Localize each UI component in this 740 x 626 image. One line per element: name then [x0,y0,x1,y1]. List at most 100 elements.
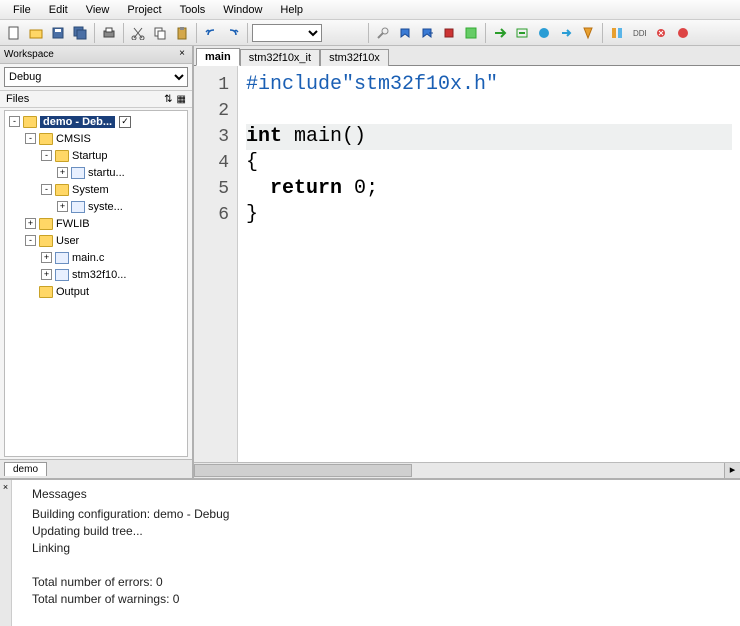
undo-button[interactable] [201,23,221,43]
stop-debug-button[interactable] [578,23,598,43]
expand-icon[interactable]: + [41,269,52,280]
open-button[interactable] [26,23,46,43]
workspace-close-button[interactable]: × [176,49,188,61]
break-button[interactable] [673,23,693,43]
bookmark-toggle-icon[interactable] [439,23,459,43]
toggle-bp-button[interactable] [534,23,554,43]
workspace-titlebar: Workspace × [0,46,192,64]
c-file-icon [71,167,85,179]
tree-item[interactable]: - System [5,181,187,198]
code-line[interactable] [246,98,732,124]
tree-item-check: ✓ [119,116,131,128]
expand-icon[interactable]: + [57,201,68,212]
expand-icon[interactable]: + [25,218,36,229]
folder-icon [23,116,37,128]
paste-button[interactable] [172,23,192,43]
collapse-icon[interactable]: - [25,235,36,246]
menu-help[interactable]: Help [271,2,312,18]
code-line[interactable]: { [246,150,732,176]
save-all-button[interactable] [70,23,90,43]
files-header: Files ⇅ ▦ [0,90,192,108]
tree-item-label: User [56,235,79,247]
c-file-icon [55,269,69,281]
expand-icon[interactable]: + [41,252,52,263]
workspace-tab-demo[interactable]: demo [4,462,47,476]
cut-button[interactable] [128,23,148,43]
line-number: 4 [194,150,229,176]
tree-item[interactable]: -Startup [5,147,187,164]
editor-tab-stm32f10x_it[interactable]: stm32f10x_it [240,49,320,66]
tree-item-label: demo - Deb... [40,116,115,128]
tree-item[interactable]: Output [5,283,187,300]
redo-button[interactable] [223,23,243,43]
editor-hscrollbar[interactable]: ▸ [194,462,740,478]
message-line: Building configuration: demo - Debug [32,506,720,523]
collapse-icon[interactable]: - [25,133,36,144]
tree-item-label: stm32f10... [72,269,126,281]
tree-item-label: System [72,184,109,196]
editor-tab-main[interactable]: main [196,48,240,66]
tree-item-label: Output [56,286,89,298]
messages-close-button[interactable]: × [0,480,12,626]
collapse-icon[interactable]: - [41,150,52,161]
compile-button[interactable] [490,23,510,43]
new-file-button[interactable] [4,23,24,43]
code-line[interactable]: #include"stm32f10x.h" [246,72,732,98]
menu-file[interactable]: File [4,2,40,18]
message-line: Total number of errors: 0 [32,574,720,591]
line-number: 2 [194,98,229,124]
tree-item[interactable]: + stm32f10... [5,266,187,283]
menu-tools[interactable]: Tools [171,2,215,18]
expand-icon[interactable]: + [57,167,68,178]
make-button[interactable] [512,23,532,43]
svg-text:DDD: DDD [633,29,646,38]
config-select[interactable]: Debug [4,67,188,87]
message-line: Total number of warnings: 0 [32,591,720,608]
project-tree[interactable]: -demo - Deb...✓-CMSIS-Startup+startu...-… [4,110,188,457]
code-view[interactable]: #include"stm32f10x.h" int main(){ return… [238,66,740,462]
tree-item[interactable]: - CMSIS [5,130,187,147]
files-view-icon[interactable]: ▦ [177,94,186,105]
code-line[interactable]: } [246,202,732,228]
menu-project[interactable]: Project [118,2,170,18]
c-file-icon [55,252,69,264]
messages-body: Messages Building configuration: demo - … [12,480,740,626]
tool-icon[interactable] [373,23,393,43]
bookmark-prev-icon[interactable] [395,23,415,43]
tree-spacer [25,286,36,297]
save-button[interactable] [48,23,68,43]
menu-edit[interactable]: Edit [40,2,77,18]
collapse-icon[interactable]: - [9,116,20,127]
go-button[interactable] [556,23,576,43]
print-button[interactable] [99,23,119,43]
scrollbar-right-arrow[interactable]: ▸ [724,463,740,478]
files-sort-icon[interactable]: ⇅ [164,94,172,105]
messages-panel: × Messages Building configuration: demo … [0,478,740,626]
code-line[interactable]: int main() [246,124,732,150]
toolbar-select[interactable] [252,24,322,42]
collapse-icon[interactable]: - [41,184,52,195]
tree-item[interactable]: - User [5,232,187,249]
line-number: 5 [194,176,229,202]
copy-button[interactable] [150,23,170,43]
tree-item[interactable]: + FWLIB [5,215,187,232]
tree-item[interactable]: - demo - Deb... ✓ [5,113,187,130]
menu-view[interactable]: View [77,2,119,18]
folder-icon [55,150,69,162]
c-file-icon [71,201,85,213]
menu-window[interactable]: Window [214,2,271,18]
tree-item[interactable]: +syste... [5,198,187,215]
debug-button[interactable]: DDD [629,23,649,43]
tree-item[interactable]: +startu... [5,164,187,181]
editor-tab-stm32f10x[interactable]: stm32f10x [320,49,389,66]
tree-item[interactable]: +main.c [5,249,187,266]
reset-button[interactable] [651,23,671,43]
tree-item-label: CMSIS [56,133,91,145]
nav-icon[interactable] [461,23,481,43]
bookmark-next-icon[interactable] [417,23,437,43]
code-line[interactable]: return 0; [246,176,732,202]
tree-item-label: FWLIB [56,218,90,230]
scrollbar-thumb[interactable] [194,464,412,477]
line-gutter: 123456 [194,66,238,462]
download-button[interactable] [607,23,627,43]
